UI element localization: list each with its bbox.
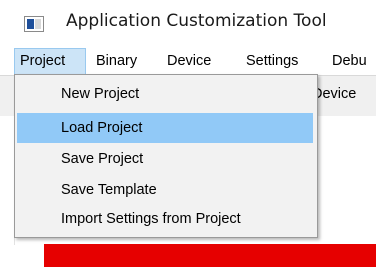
menu-binary[interactable]: Binary bbox=[96, 48, 137, 75]
app-window-icon bbox=[24, 16, 44, 32]
menu-item-new-project[interactable]: New Project bbox=[17, 79, 313, 109]
project-menu-dropdown: New Project Load Project Save Project Sa… bbox=[14, 74, 318, 238]
menu-item-save-project[interactable]: Save Project bbox=[17, 144, 313, 174]
red-status-bar bbox=[44, 244, 376, 267]
menu-settings[interactable]: Settings bbox=[246, 48, 298, 75]
menu-item-import-settings[interactable]: Import Settings from Project bbox=[17, 204, 313, 234]
tab-device[interactable]: Device bbox=[312, 86, 356, 102]
menu-item-save-template[interactable]: Save Template bbox=[17, 175, 313, 205]
menu-device[interactable]: Device bbox=[167, 48, 211, 75]
left-panel-edge bbox=[0, 115, 15, 245]
menu-debug[interactable]: Debu bbox=[332, 48, 367, 75]
menu-item-load-project[interactable]: Load Project bbox=[17, 113, 313, 143]
title-bar: Application Customization Tool bbox=[0, 0, 376, 48]
menu-project[interactable]: Project bbox=[14, 48, 86, 75]
window-title: Application Customization Tool bbox=[66, 11, 327, 31]
menu-bar: Project Binary Device Settings Debu bbox=[0, 48, 376, 75]
